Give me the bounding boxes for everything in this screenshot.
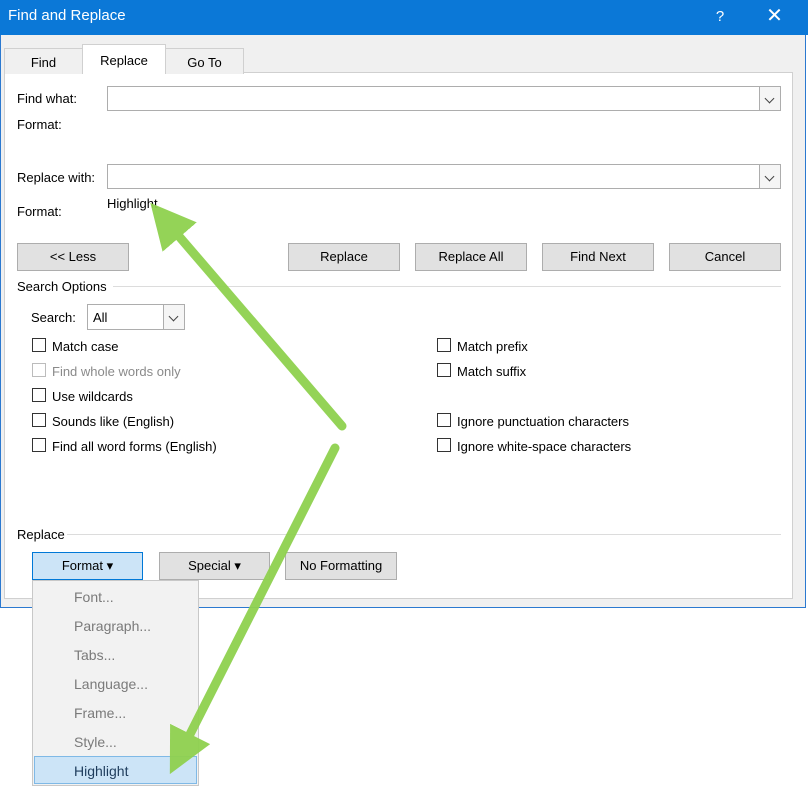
search-direction-label: Search: [31, 310, 76, 325]
replace-with-label: Replace with: [17, 170, 96, 185]
match-prefix-label: Match prefix [457, 339, 528, 354]
menu-item-paragraph[interactable]: Paragraph... [74, 618, 151, 634]
replace-button[interactable]: Replace [288, 243, 400, 271]
tab-goto[interactable]: Go To [165, 48, 244, 74]
search-options-heading: Search Options [17, 279, 107, 294]
menu-item-frame[interactable]: Frame... [74, 705, 126, 721]
tab-find[interactable]: Find [4, 48, 83, 74]
word-forms-label: Find all word forms (English) [52, 439, 217, 454]
ignore-punctuation-label: Ignore punctuation characters [457, 414, 629, 429]
replace-format-label: Format: [17, 204, 62, 219]
menu-item-highlight[interactable]: Highlight [74, 763, 128, 779]
use-wildcards-checkbox[interactable] [32, 388, 46, 402]
tab-replace[interactable]: Replace [82, 44, 166, 73]
match-suffix-label: Match suffix [457, 364, 527, 379]
ignore-whitespace-label: Ignore white-space characters [457, 439, 632, 454]
format-button[interactable]: Format ▾ [32, 552, 143, 580]
word-forms-checkbox[interactable] [32, 438, 46, 452]
menu-item-tabs[interactable]: Tabs... [74, 647, 115, 663]
help-button[interactable]: ? [706, 0, 734, 35]
sounds-like-label: Sounds like (English) [52, 414, 175, 429]
match-suffix-checkbox[interactable] [437, 363, 451, 377]
chevron-down-icon[interactable] [759, 165, 780, 188]
chevron-down-icon[interactable] [759, 87, 780, 110]
find-what-label: Find what: [17, 91, 77, 106]
match-case-label: Match case [52, 339, 119, 354]
dialog-title: Find and Replace [8, 7, 126, 24]
cancel-button[interactable]: Cancel [669, 243, 781, 271]
find-what-input[interactable] [107, 86, 781, 111]
divider [113, 286, 781, 287]
menu-item-font[interactable]: Font... [74, 589, 114, 605]
whole-words-checkbox[interactable] [32, 363, 46, 377]
no-formatting-button[interactable]: No Formatting [285, 552, 397, 580]
replace-with-input[interactable] [107, 164, 781, 189]
replace-all-button[interactable]: Replace All [415, 243, 527, 271]
use-wildcards-label: Use wildcards [52, 389, 133, 404]
match-prefix-checkbox[interactable] [437, 338, 451, 352]
ignore-whitespace-checkbox[interactable] [437, 438, 451, 452]
find-next-button[interactable]: Find Next [542, 243, 654, 271]
find-format-label: Format: [17, 117, 62, 132]
ignore-punctuation-checkbox[interactable] [437, 413, 451, 427]
divider [67, 534, 781, 535]
search-direction-select[interactable]: All [87, 304, 185, 330]
menu-item-language[interactable]: Language... [74, 676, 148, 692]
replace-format-value: Highlight [107, 196, 158, 211]
chevron-down-icon[interactable] [163, 305, 184, 329]
close-icon[interactable]: ✕ [752, 0, 797, 35]
less-button[interactable]: << Less [17, 243, 129, 271]
sounds-like-checkbox[interactable] [32, 413, 46, 427]
match-case-checkbox[interactable] [32, 338, 46, 352]
replace-tab-panel [4, 72, 793, 599]
menu-item-style[interactable]: Style... [74, 734, 117, 750]
replace-section-heading: Replace [17, 527, 65, 542]
whole-words-label: Find whole words only [52, 364, 181, 379]
special-button[interactable]: Special ▾ [159, 552, 270, 580]
